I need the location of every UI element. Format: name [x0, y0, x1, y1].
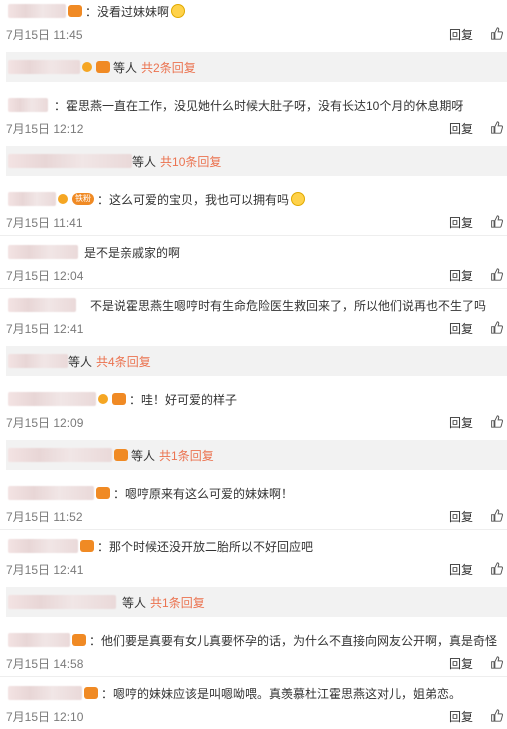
- comment-item: ：那个时候还没开放二胎所以不好回应吧 7月15日 12:41 回复: [0, 535, 507, 581]
- comment-time: 7月15日 12:41: [6, 563, 84, 577]
- comment-text: ：这么可爱的宝贝，我也可以拥有吗: [97, 192, 290, 207]
- reply-button[interactable]: 回复: [449, 508, 473, 525]
- vip-badge-icon: [112, 393, 126, 405]
- reply-count[interactable]: 共2条回复: [141, 59, 196, 76]
- username[interactable]: [8, 633, 70, 647]
- comment-text: ：没看过妹妹啊: [85, 4, 170, 19]
- comment-item: 是不是亲戚家的啊 7月15日 12:04 回复: [0, 241, 507, 287]
- reply-summary-users: 等人: [122, 595, 147, 610]
- reply-summary-users: 等人: [68, 354, 93, 369]
- thumbs-up-icon[interactable]: [490, 509, 503, 522]
- comment-time: 7月15日 12:10: [6, 710, 84, 724]
- vip-crown-icon: [98, 394, 108, 404]
- vip-crown-icon: [58, 194, 68, 204]
- thumbs-up-icon[interactable]: [490, 709, 503, 722]
- reply-summary-users: 等人: [113, 60, 138, 75]
- comment-text: ：嗯哼的妹妹应该是叫嗯呦喂。真羡慕杜江霍思燕这对儿，姐弟恋。: [101, 686, 462, 701]
- comment-text: ：那个时候还没开放二胎所以不好回应吧: [97, 539, 314, 554]
- thumbs-up-icon[interactable]: [490, 415, 503, 428]
- vip-badge-icon: [96, 487, 110, 499]
- username[interactable]: [8, 298, 76, 312]
- username[interactable]: [8, 486, 94, 500]
- thumbs-up-icon[interactable]: [490, 121, 503, 134]
- username[interactable]: [8, 686, 82, 700]
- comment-item: ：霍思燕一直在工作，没见她什么时候大肚子呀，没有长达10个月的休息期呀 7月15…: [0, 94, 507, 140]
- reply-button[interactable]: 回复: [449, 320, 473, 337]
- reply-summary[interactable]: 等人 共2条回复: [6, 52, 507, 82]
- comment-text: 不是说霍思燕生嗯哼时有生命危险医生救回来了，所以他们说再也不生了吗: [90, 298, 487, 313]
- emoji-icon: [171, 4, 186, 18]
- vip-badge-icon: [72, 634, 86, 646]
- username[interactable]: [8, 98, 48, 112]
- comment-item: ：没看过妹妹啊 7月15日 11:45 回复: [0, 0, 507, 46]
- comment-text: 是不是亲戚家的啊: [84, 245, 181, 260]
- reply-button[interactable]: 回复: [449, 414, 473, 431]
- reply-summary[interactable]: 等人 共1条回复: [6, 440, 507, 470]
- thumbs-up-icon[interactable]: [490, 656, 503, 669]
- fan-badge: 铁粉: [72, 193, 94, 205]
- username[interactable]: [8, 392, 96, 406]
- reply-count[interactable]: 共1条回复: [150, 594, 205, 611]
- reply-summary-users: 等人: [131, 448, 156, 463]
- reply-button[interactable]: 回复: [449, 655, 473, 672]
- thumbs-up-icon[interactable]: [490, 268, 503, 281]
- username[interactable]: [8, 245, 78, 259]
- comment-item: ：嗯哼的妹妹应该是叫嗯呦喂。真羡慕杜江霍思燕这对儿，姐弟恋。 7月15日 12:…: [0, 682, 507, 728]
- reply-button[interactable]: 回复: [449, 214, 473, 231]
- emoji-icon: [291, 192, 306, 206]
- comment-text: ：霍思燕一直在工作，没见她什么时候大肚子呀，没有长达10个月的休息期呀: [54, 98, 464, 113]
- comment-time: 7月15日 12:04: [6, 269, 84, 283]
- username[interactable]: [8, 60, 80, 74]
- vip-badge-icon: [96, 61, 110, 73]
- comment-text: ：嗯哼原来有这么可爱的妹妹啊！: [113, 486, 294, 501]
- vip-badge-icon: [80, 540, 94, 552]
- comment-time: 7月15日 14:58: [6, 657, 84, 671]
- comment-item: ：哇！好可爱的样子 7月15日 12:09 回复: [0, 388, 507, 434]
- reply-summary-users: 等人: [132, 154, 157, 169]
- comment-text: ：他们要是真要有女儿真要怀孕的话，为什么不直接向网友公开啊，真是奇怪: [89, 633, 498, 648]
- reply-button[interactable]: 回复: [449, 120, 473, 137]
- thumbs-up-icon[interactable]: [490, 215, 503, 228]
- username[interactable]: [8, 448, 112, 462]
- reply-count[interactable]: 共4条回复: [96, 353, 151, 370]
- thumbs-up-icon[interactable]: [490, 321, 503, 334]
- comment-time: 7月15日 11:41: [6, 216, 83, 230]
- reply-count[interactable]: 共1条回复: [159, 447, 214, 464]
- comment-text: ：哇！好可爱的样子: [129, 392, 238, 407]
- username[interactable]: [8, 354, 68, 368]
- username[interactable]: [8, 595, 116, 609]
- comment-time: 7月15日 11:45: [6, 28, 83, 42]
- vip-crown-icon: [82, 62, 92, 72]
- username[interactable]: [8, 4, 66, 18]
- reply-summary[interactable]: 等人 共1条回复: [6, 587, 507, 617]
- comment-time: 7月15日 12:41: [6, 322, 84, 336]
- reply-button[interactable]: 回复: [449, 561, 473, 578]
- reply-summary[interactable]: 等人 共4条回复: [6, 346, 507, 376]
- reply-count[interactable]: 共10条回复: [160, 153, 221, 170]
- reply-button[interactable]: 回复: [449, 708, 473, 725]
- comment-time: 7月15日 12:12: [6, 122, 84, 136]
- comment-item: 不是说霍思燕生嗯哼时有生命危险医生救回来了，所以他们说再也不生了吗 7月15日 …: [0, 294, 507, 340]
- vip-badge-icon: [114, 449, 128, 461]
- vip-badge-icon: [84, 687, 98, 699]
- reply-button[interactable]: 回复: [449, 26, 473, 43]
- vip-badge-icon: [68, 5, 82, 17]
- comment-item: 铁粉 ：这么可爱的宝贝，我也可以拥有吗 7月15日 11:41 回复: [0, 188, 507, 234]
- username[interactable]: [8, 154, 132, 168]
- thumbs-up-icon[interactable]: [490, 562, 503, 575]
- comment-item: ：他们要是真要有女儿真要怀孕的话，为什么不直接向网友公开啊，真是奇怪 7月15日…: [0, 629, 507, 675]
- reply-summary[interactable]: 等人 共10条回复: [6, 146, 507, 176]
- thumbs-up-icon[interactable]: [490, 27, 503, 40]
- comment-item: ：嗯哼原来有这么可爱的妹妹啊！ 7月15日 11:52 回复: [0, 482, 507, 528]
- username[interactable]: [8, 192, 56, 206]
- username[interactable]: [8, 539, 78, 553]
- comment-time: 7月15日 11:52: [6, 510, 83, 524]
- reply-button[interactable]: 回复: [449, 267, 473, 284]
- comment-time: 7月15日 12:09: [6, 416, 84, 430]
